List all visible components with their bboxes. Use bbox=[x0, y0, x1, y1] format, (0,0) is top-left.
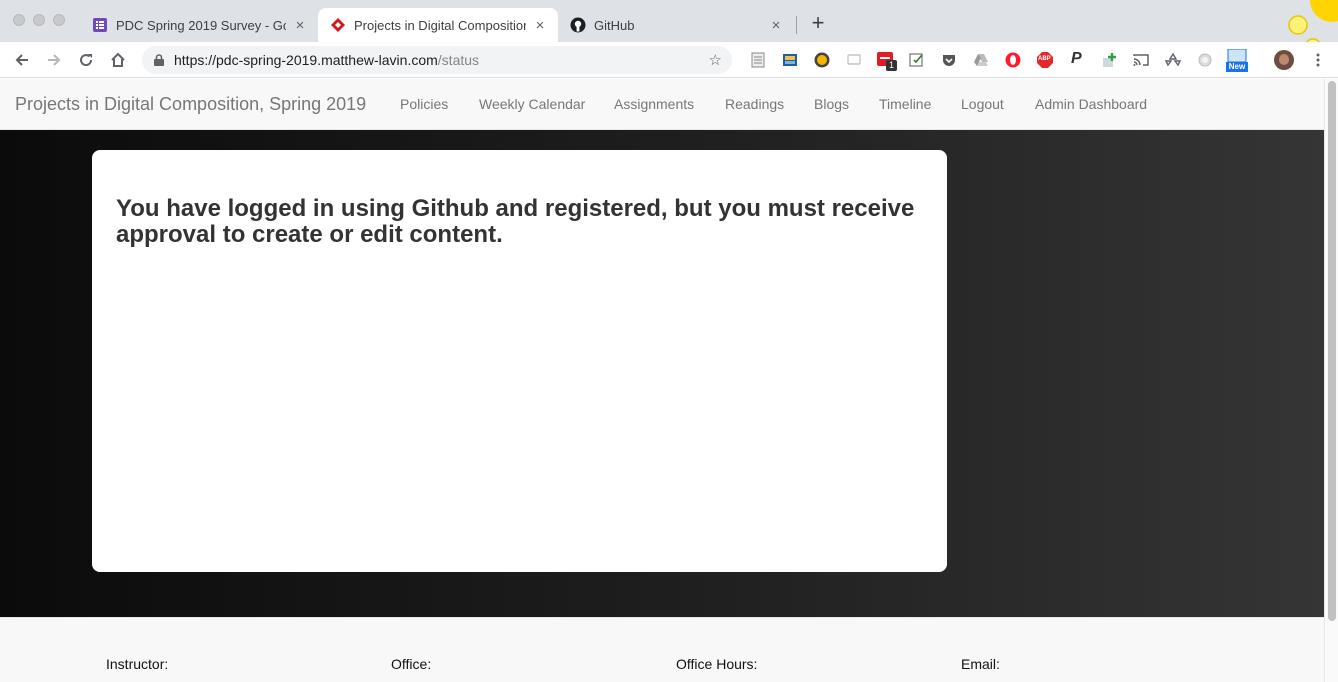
back-button[interactable] bbox=[12, 50, 32, 70]
bookmark-star-icon[interactable]: ☆ bbox=[709, 51, 722, 69]
home-button[interactable] bbox=[108, 50, 128, 70]
adblock-plus-icon[interactable]: ABP bbox=[1037, 52, 1053, 68]
back-arrow-icon bbox=[15, 54, 28, 66]
nav-logout[interactable]: Logout bbox=[961, 96, 1004, 112]
pocket-icon[interactable] bbox=[941, 52, 957, 68]
add-extension-icon[interactable] bbox=[1101, 52, 1117, 68]
tab-title: PDC Spring 2019 Survey - Goo bbox=[116, 17, 286, 33]
save-extension-icon[interactable] bbox=[909, 52, 925, 68]
new-extension-icon[interactable]: New bbox=[1226, 48, 1248, 73]
tab-title: GitHub bbox=[594, 17, 635, 33]
nav-assignments[interactable]: Assignments bbox=[614, 96, 694, 112]
scrollbar-thumb[interactable] bbox=[1328, 81, 1336, 621]
lock-icon bbox=[154, 54, 164, 66]
window-minimize-button[interactable] bbox=[33, 14, 45, 26]
url-host: https://pdc-spring-2019.matthew-lavin.co… bbox=[174, 52, 438, 68]
address-bar[interactable]: https://pdc-spring-2019.matthew-lavin.co… bbox=[142, 46, 732, 74]
tab-close-icon[interactable]: × bbox=[768, 17, 784, 34]
nav-policies[interactable]: Policies bbox=[400, 96, 448, 112]
home-icon bbox=[111, 52, 125, 67]
footer-email-label: Email: bbox=[961, 656, 1000, 672]
tab-projects[interactable]: Projects in Digital Composition × bbox=[318, 8, 558, 42]
nav-timeline[interactable]: Timeline bbox=[879, 96, 931, 112]
forward-arrow-icon bbox=[48, 54, 61, 66]
tab-survey[interactable]: PDC Spring 2019 Survey - Goo × bbox=[80, 8, 318, 42]
nav-readings[interactable]: Readings bbox=[725, 96, 784, 112]
footer-office-hours-label: Office Hours: bbox=[676, 656, 758, 672]
window-zoom-button[interactable] bbox=[53, 14, 65, 26]
tab-title: Projects in Digital Composition bbox=[354, 17, 526, 33]
url-text: https://pdc-spring-2019.matthew-lavin.co… bbox=[174, 52, 479, 68]
window-close-button[interactable] bbox=[13, 14, 25, 26]
footer-instructor-label: Instructor: bbox=[106, 656, 169, 672]
tab-close-icon[interactable]: × bbox=[292, 17, 308, 34]
reload-icon bbox=[80, 54, 93, 67]
tab-separator bbox=[796, 16, 797, 34]
nav-weekly-calendar[interactable]: Weekly Calendar bbox=[479, 96, 585, 112]
tab-close-icon[interactable]: × bbox=[532, 17, 548, 34]
screen-extension-icon[interactable] bbox=[782, 52, 798, 68]
google-forms-icon bbox=[92, 17, 108, 33]
browser-tabstrip: PDC Spring 2019 Survey - Goo × Projects … bbox=[0, 0, 1338, 70]
github-icon bbox=[570, 17, 586, 33]
paypal-icon[interactable]: P bbox=[1071, 50, 1087, 67]
new-tab-button[interactable]: + bbox=[806, 12, 830, 36]
page-scrollbar[interactable] bbox=[1324, 79, 1338, 682]
browser-menu-icon[interactable] bbox=[1316, 52, 1320, 68]
site-navbar: Projects in Digital Composition, Spring … bbox=[0, 79, 1324, 130]
footer-office-label: Office: bbox=[391, 656, 432, 672]
hero-section: You have logged in using Github and regi… bbox=[0, 130, 1324, 617]
red-extension-icon[interactable]: 1 bbox=[877, 52, 898, 71]
status-message: You have logged in using Github and regi… bbox=[116, 195, 915, 248]
site-diamond-icon bbox=[330, 17, 346, 33]
reload-button[interactable] bbox=[76, 50, 96, 70]
cast-icon[interactable] bbox=[1133, 52, 1149, 68]
recycle-icon[interactable] bbox=[1165, 52, 1181, 68]
adblock-label: ABP bbox=[1038, 56, 1051, 62]
opera-icon[interactable] bbox=[1005, 52, 1021, 68]
status-card: You have logged in using Github and regi… bbox=[92, 150, 947, 572]
drive-icon[interactable] bbox=[973, 52, 989, 68]
extension-badge: 1 bbox=[886, 60, 898, 71]
site-brand-link[interactable]: Projects in Digital Composition, Spring … bbox=[15, 94, 366, 115]
nav-blogs[interactable]: Blogs bbox=[814, 96, 849, 112]
site-footer: Instructor: Office: Office Hours: Email: bbox=[0, 617, 1324, 682]
tab-github[interactable]: GitHub × bbox=[558, 8, 794, 42]
document-extension-icon[interactable] bbox=[750, 52, 766, 68]
profile-avatar[interactable] bbox=[1274, 50, 1294, 70]
honey-extension-icon[interactable] bbox=[814, 52, 830, 68]
forward-button[interactable] bbox=[44, 50, 64, 70]
circle-extension-icon[interactable] bbox=[1197, 52, 1213, 68]
chat-extension-icon[interactable] bbox=[846, 52, 862, 68]
new-badge: New bbox=[1226, 62, 1248, 72]
browser-toolbar: https://pdc-spring-2019.matthew-lavin.co… bbox=[0, 42, 1338, 78]
url-path: /status bbox=[437, 52, 480, 68]
avatar-face bbox=[1279, 54, 1289, 65]
nav-admin-dashboard[interactable]: Admin Dashboard bbox=[1035, 96, 1147, 112]
